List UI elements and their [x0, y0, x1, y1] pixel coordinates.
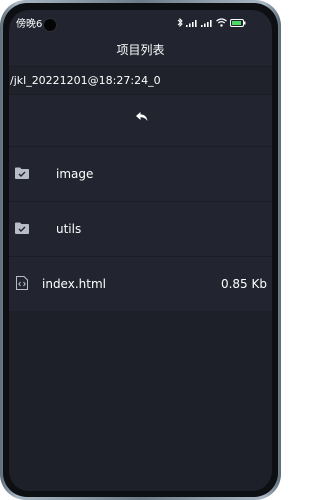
bluetooth-icon — [177, 18, 183, 27]
signal-icon — [186, 19, 197, 27]
list-item-folder-image[interactable]: image — [9, 147, 272, 202]
signal-icon — [201, 19, 212, 27]
list-item-label: index.html — [42, 277, 106, 291]
list-item-file-index[interactable]: index.html 0.85 Kb — [9, 257, 272, 312]
folder-check-icon — [15, 167, 29, 179]
battery-icon — [230, 18, 246, 27]
page-title: 项目列表 — [116, 43, 165, 57]
current-path: /jkl_20221201@18:27:24_0 — [10, 74, 161, 87]
list-item-label: image — [56, 167, 94, 181]
app-screen: 傍晚6: 项目列表 /jkl_20221201@18:27:24_0 image… — [9, 10, 272, 491]
empty-list-area — [9, 311, 272, 491]
file-size: 0.85 Kb — [220, 277, 267, 291]
back-row[interactable] — [9, 94, 272, 147]
phone-frame: 傍晚6: 项目列表 /jkl_20221201@18:27:24_0 image… — [0, 0, 281, 500]
list-item-folder-utils[interactable]: utils — [9, 202, 272, 257]
folder-check-icon — [15, 222, 29, 234]
current-path-bar: /jkl_20221201@18:27:24_0 — [9, 66, 272, 95]
status-time: 傍晚6: — [16, 19, 46, 30]
wifi-icon — [216, 18, 227, 27]
back-arrow-icon[interactable] — [136, 112, 148, 122]
status-icons — [177, 18, 246, 27]
html-file-icon — [16, 276, 28, 290]
front-camera — [43, 18, 57, 32]
list-item-label: utils — [56, 222, 82, 236]
phone-bezel: 傍晚6: 项目列表 /jkl_20221201@18:27:24_0 image… — [3, 3, 278, 497]
status-bar: 傍晚6: — [9, 10, 272, 36]
